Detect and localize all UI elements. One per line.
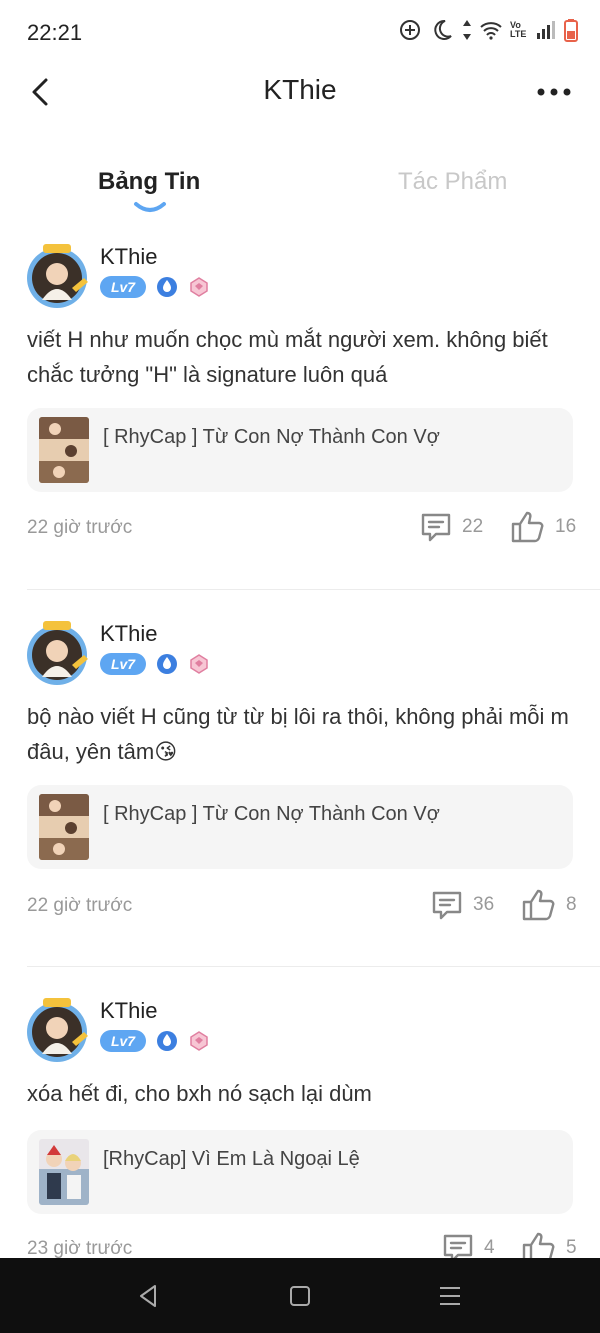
moon-icon bbox=[430, 18, 454, 42]
badge-row: Lv7 bbox=[100, 276, 210, 298]
more-button[interactable] bbox=[534, 74, 574, 110]
volte-icon: Vo LTE bbox=[510, 20, 527, 39]
status-bar: 22:21 Vo LTE bbox=[0, 0, 600, 66]
tab-bar: Bảng Tin Tác Phẩm bbox=[0, 160, 600, 220]
post-time: 22 giờ trước bbox=[27, 895, 133, 916]
status-time: 22:21 bbox=[27, 20, 83, 45]
avatar[interactable] bbox=[22, 240, 92, 310]
author-name[interactable]: KThie bbox=[100, 621, 157, 647]
book-card[interactable]: [RhyCap] Vì Em Là Ngoại Lệ bbox=[27, 1130, 573, 1214]
book-title: [ RhyCap ] Từ Con Nợ Thành Con Vợ bbox=[103, 426, 440, 448]
menu-lines-icon bbox=[440, 1287, 460, 1305]
flame-badge-icon bbox=[157, 1031, 177, 1051]
avatar[interactable] bbox=[22, 617, 92, 687]
post-text: viết H như muốn chọc mù mắt người xem. k… bbox=[27, 327, 548, 387]
flame-badge-icon bbox=[157, 277, 177, 297]
like-count: 8 bbox=[566, 894, 577, 915]
book-cover bbox=[39, 417, 89, 483]
level-badge: Lv7 bbox=[100, 276, 146, 298]
signal-icon bbox=[536, 20, 556, 40]
comment-icon bbox=[432, 891, 462, 920]
divider bbox=[27, 966, 600, 967]
book-card[interactable]: [ RhyCap ] Từ Con Nợ Thành Con Vợ bbox=[27, 785, 573, 869]
thumbs-up-icon bbox=[511, 511, 544, 543]
level-badge: Lv7 bbox=[100, 653, 146, 675]
like-button[interactable]: 8 bbox=[522, 889, 577, 921]
post-text: bộ nào viết H cũng từ từ bị lôi ra thôi,… bbox=[27, 704, 569, 764]
wifi-icon bbox=[480, 20, 502, 40]
book-cover bbox=[39, 1139, 89, 1205]
badge-row: Lv7 bbox=[100, 1030, 210, 1052]
more-dots-icon bbox=[537, 88, 571, 96]
comment-count: 36 bbox=[473, 894, 495, 915]
flame-badge-icon bbox=[157, 654, 177, 674]
system-menu-button[interactable] bbox=[434, 1280, 466, 1312]
post-item: KThie Lv7 bộ nào viết H cũng từ từ bị lô… bbox=[0, 617, 600, 967]
post-item: KThie Lv7 viết H như muốn chọc mù mắt ng… bbox=[0, 240, 600, 590]
comment-button[interactable]: 36 bbox=[431, 889, 494, 921]
header-bar: KThie bbox=[0, 62, 600, 122]
like-button[interactable]: 16 bbox=[511, 511, 576, 543]
comment-icon bbox=[421, 513, 451, 542]
book-card[interactable]: [ RhyCap ] Từ Con Nợ Thành Con Vợ bbox=[27, 408, 573, 492]
system-nav-bar bbox=[0, 1258, 600, 1333]
comment-button[interactable]: 22 bbox=[420, 511, 483, 543]
tab-indicator bbox=[134, 202, 166, 212]
avatar[interactable] bbox=[22, 994, 92, 1064]
post-text: xóa hết đi, cho bxh nó sạch lại dùm bbox=[27, 1081, 372, 1106]
comment-count: 22 bbox=[462, 516, 484, 537]
author-name[interactable]: KThie bbox=[100, 998, 157, 1024]
like-count: 5 bbox=[566, 1237, 577, 1258]
battery-icon bbox=[564, 18, 578, 42]
tab-news-feed[interactable]: Bảng Tin bbox=[98, 168, 200, 196]
book-cover bbox=[39, 794, 89, 860]
system-back-button[interactable] bbox=[132, 1280, 164, 1312]
back-triangle-icon bbox=[140, 1285, 156, 1307]
home-square-icon bbox=[290, 1286, 310, 1306]
author-name[interactable]: KThie bbox=[100, 244, 157, 270]
book-title: [RhyCap] Vì Em Là Ngoại Lệ bbox=[103, 1148, 360, 1170]
post-time: 22 giờ trước bbox=[27, 517, 133, 538]
post-time: 23 giờ trước bbox=[27, 1238, 133, 1259]
data-arrows-icon bbox=[462, 18, 472, 42]
divider bbox=[27, 589, 600, 590]
post-item: KThie Lv7 xóa hết đi, cho bxh nó sạch lạ… bbox=[0, 994, 600, 1264]
comment-count: 4 bbox=[484, 1237, 495, 1258]
sync-icon bbox=[398, 18, 422, 42]
thumbs-up-icon bbox=[522, 889, 555, 921]
system-home-button[interactable] bbox=[284, 1280, 316, 1312]
gem-badge-icon bbox=[190, 654, 208, 674]
status-icons: Vo LTE bbox=[398, 18, 578, 42]
badge-row: Lv7 bbox=[100, 653, 210, 675]
tab-works[interactable]: Tác Phẩm bbox=[398, 168, 507, 196]
book-title: [ RhyCap ] Từ Con Nợ Thành Con Vợ bbox=[103, 803, 440, 825]
gem-badge-icon bbox=[190, 277, 208, 297]
level-badge: Lv7 bbox=[100, 1030, 146, 1052]
like-count: 16 bbox=[555, 516, 577, 537]
page-title: KThie bbox=[263, 74, 337, 105]
gem-badge-icon bbox=[190, 1031, 208, 1051]
